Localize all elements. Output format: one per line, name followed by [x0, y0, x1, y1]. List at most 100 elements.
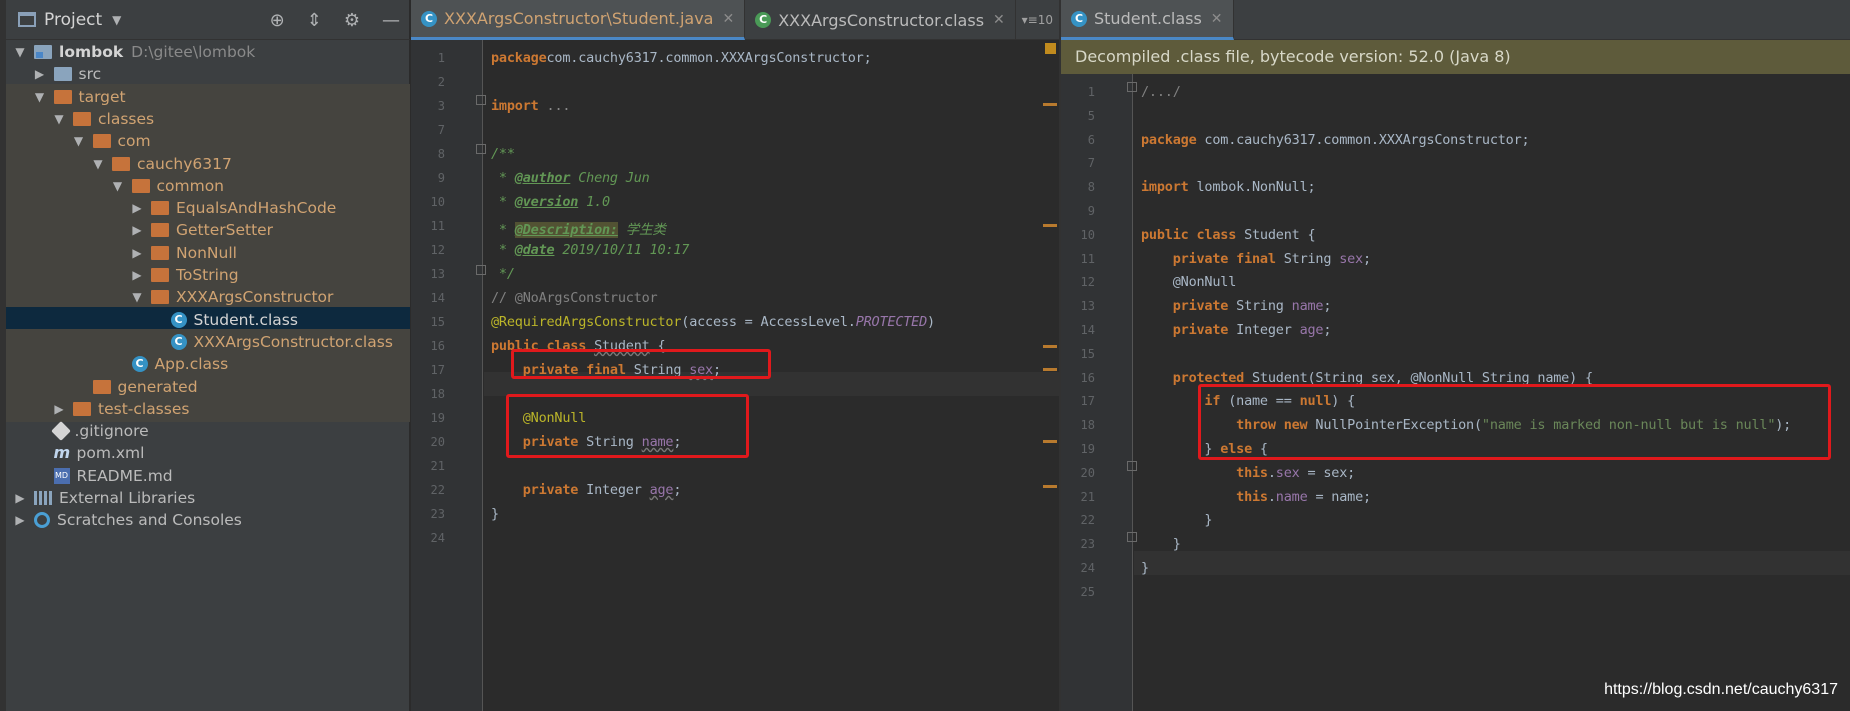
fold-marker-icon[interactable] [1127, 532, 1137, 542]
tree-item[interactable]: ▶ Scratches and Consoles [6, 507, 410, 533]
warning-stripe[interactable] [1043, 440, 1057, 443]
collapsed-arrow-icon[interactable]: ▶ [129, 246, 145, 260]
code-line[interactable]: private String name; [1141, 298, 1332, 315]
code-line[interactable]: package com.cauchy6317.common.XXXArgsCon… [1141, 131, 1530, 148]
tree-item-label: common [156, 176, 225, 195]
expanded-arrow-icon[interactable]: ▼ [71, 134, 87, 148]
project-panel-header: Project ▼ ⊕ ⇕ ⚙ — [6, 0, 410, 40]
locate-icon[interactable]: ⊕ [270, 10, 285, 31]
code-line[interactable]: * @date 2019/10/11 10:17 [491, 242, 689, 258]
code-line[interactable]: * @author Cheng Jun [491, 170, 650, 186]
code-token: * [491, 194, 515, 210]
editor-tab[interactable]: C XXXArgsConstructor.class ✕ [745, 0, 1016, 40]
editor-tab[interactable]: C XXXArgsConstructor\Student.java ✕ [411, 0, 746, 40]
fold-marker-icon[interactable] [1127, 461, 1137, 471]
code-line[interactable]: } [1141, 536, 1181, 552]
code-token: public class [1141, 226, 1237, 243]
line-number: 24 [430, 531, 445, 545]
code-line[interactable]: */ [491, 266, 515, 282]
excluded-folder-icon [151, 223, 169, 238]
annotation-highlight-box [511, 349, 771, 379]
line-number: 14 [1080, 323, 1095, 337]
code-line[interactable]: this.sex = sex; [1141, 465, 1355, 481]
warning-stripe[interactable] [1043, 345, 1057, 348]
code-line[interactable]: /** [491, 146, 515, 162]
collapsed-arrow-icon[interactable]: ▶ [129, 268, 145, 282]
git-file-icon [50, 421, 71, 441]
code-line[interactable]: } [1141, 560, 1149, 576]
expanded-arrow-icon[interactable]: ▼ [129, 290, 145, 304]
expanded-arrow-icon[interactable]: ▼ [51, 112, 67, 126]
inspection-status-icon[interactable] [1045, 43, 1056, 54]
fold-marker-icon[interactable] [1127, 82, 1137, 92]
collapsed-arrow-icon[interactable]: ▶ [12, 491, 28, 505]
line-number: 13 [430, 267, 445, 281]
scratches-icon [34, 512, 50, 529]
right-line-gutter: 1 5 6 7 8 9 10 11 12 13 14 15 16 17 18 19 20 21 22 23 24 25 [1061, 74, 1133, 711]
warning-stripe[interactable] [1043, 485, 1057, 488]
code-token: String [1228, 298, 1292, 315]
collapsed-arrow-icon[interactable]: ▶ [51, 402, 67, 416]
code-line[interactable]: this.name = name; [1141, 489, 1371, 505]
code-token: PROTECTED [855, 314, 928, 330]
code-token: = name; [1307, 488, 1371, 505]
code-line[interactable]: @NonNull [1141, 274, 1237, 290]
expanded-arrow-icon[interactable]: ▼ [12, 45, 28, 59]
code-token: . [1267, 488, 1276, 505]
code-line[interactable]: * @Description: 学生类 [491, 218, 666, 238]
fold-marker-icon[interactable] [476, 265, 486, 275]
code-line[interactable]: @RequiredArgsConstructor(access = Access… [491, 314, 935, 330]
code-line[interactable]: private final String sex; [1141, 251, 1371, 267]
gear-icon[interactable]: ⚙ [344, 10, 360, 31]
expanded-arrow-icon[interactable]: ▼ [90, 157, 106, 171]
warning-stripe[interactable] [1043, 224, 1057, 227]
code-token: age [649, 482, 674, 498]
code-token: com.cauchy6317.common.XXXArgsConstructor… [1196, 131, 1530, 148]
warning-stripe[interactable] [1043, 103, 1057, 106]
code-line[interactable]: /.../ [1141, 84, 1181, 100]
code-line[interactable]: } [491, 506, 499, 522]
code-token: ; [673, 482, 682, 498]
editor-tab[interactable]: C Student.class ✕ [1061, 0, 1234, 40]
code-token: private [522, 482, 579, 498]
fold-marker-icon[interactable] [476, 144, 486, 154]
collapse-all-icon[interactable]: ⇕ [307, 10, 322, 31]
collapsed-arrow-icon[interactable]: ▶ [129, 223, 145, 237]
expanded-arrow-icon[interactable]: ▼ [110, 179, 126, 193]
code-line[interactable]: } [1141, 512, 1212, 528]
collapsed-arrow-icon[interactable]: ▶ [32, 67, 48, 81]
project-panel: Project ▼ ⊕ ⇕ ⚙ — ▼ lombok D:\gitee\lombok… [0, 0, 410, 711]
collapsed-arrow-icon[interactable]: ▶ [129, 201, 145, 215]
minimize-icon[interactable]: — [382, 10, 400, 31]
code-line[interactable]: // @NoArgsConstructor [491, 290, 658, 306]
code-line[interactable]: private Integer age; [491, 482, 682, 498]
tree-item-label: lombok [59, 43, 124, 61]
line-number: 7 [1087, 156, 1095, 171]
code-token: /** [491, 146, 515, 162]
fold-marker-icon[interactable] [476, 95, 486, 105]
line-number: 10 [430, 195, 445, 209]
code-line[interactable]: packagecom.cauchy6317.common.XXXArgsCons… [491, 50, 872, 66]
close-icon[interactable]: ✕ [722, 11, 734, 27]
tree-item-label: com [117, 132, 151, 151]
expanded-arrow-icon[interactable]: ▼ [32, 90, 48, 104]
left-editor-tabbar: C XXXArgsConstructor\Student.java ✕ C XXXArg… [411, 0, 1059, 40]
code-line[interactable]: private Integer age; [1141, 322, 1332, 338]
line-number: 11 [430, 219, 445, 233]
class-file-icon: C [170, 333, 187, 350]
chevron-down-icon[interactable]: ▼ [112, 13, 121, 27]
tab-overflow-indicator[interactable]: ▾≡10 [1022, 13, 1053, 27]
line-number: 17 [430, 363, 445, 377]
line-number: 20 [1080, 465, 1095, 480]
code-line[interactable]: import lombok.NonNull; [1141, 179, 1316, 195]
close-icon[interactable]: ✕ [1211, 11, 1223, 27]
warning-stripe[interactable] [1043, 368, 1057, 371]
collapsed-arrow-icon[interactable]: ▶ [12, 513, 28, 527]
code-line[interactable]: import ... [491, 98, 571, 114]
code-line[interactable]: public class Student { [1141, 226, 1316, 243]
close-icon[interactable]: ✕ [993, 12, 1005, 28]
code-line[interactable]: * @version 1.0 [491, 194, 610, 210]
tree-item-label: NonNull [176, 243, 237, 262]
project-panel-title[interactable]: Project [44, 10, 102, 30]
